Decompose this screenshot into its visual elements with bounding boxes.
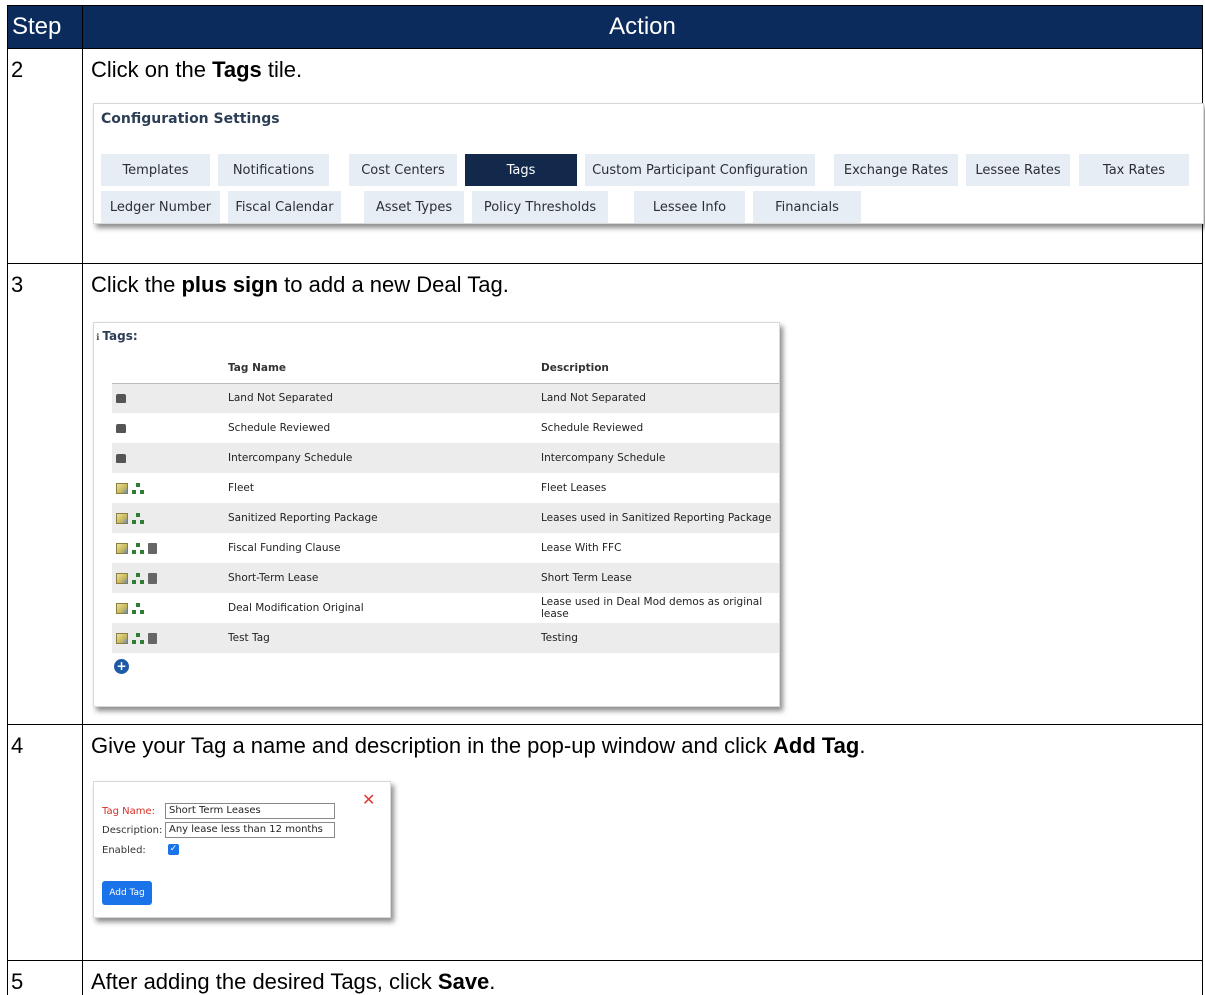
table-row: Short-Term Lease Short Term Lease [112,563,779,593]
tile-templates[interactable]: Templates [101,154,210,186]
tag-name: Schedule Reviewed [228,422,331,434]
tile-asset-types[interactable]: Asset Types [364,191,464,223]
panel-title: Configuration Settings [101,111,280,127]
hierarchy-icon[interactable] [132,602,144,614]
edit-icon[interactable] [116,602,128,614]
edit-icon[interactable] [116,512,128,524]
tag-name-column-header: Tag Name [224,353,537,384]
step-number: 4 [7,724,83,961]
table-row: Intercompany Schedule Intercompany Sched… [112,443,779,473]
tag-name: Land Not Separated [224,383,537,413]
tile-tags[interactable]: Tags [465,154,577,186]
tag-description: Schedule Reviewed [541,422,644,434]
tile-financials[interactable]: Financials [753,191,861,223]
tag-name-input[interactable]: Short Term Leases [165,803,335,819]
info-icon: ℹ [96,333,100,343]
edit-icon[interactable] [116,542,128,554]
table-row: Test Tag Testing [112,623,779,653]
tag-description: Land Not Separated [537,383,779,413]
action-header: Action [82,5,1203,49]
step-instruction: Click the plus sign to add a new Deal Ta… [91,272,509,297]
tag-name: Intercompany Schedule [224,443,537,473]
table-row: Schedule Reviewed Schedule Reviewed [112,413,779,443]
tag-name: Fiscal Funding Clause [228,542,341,554]
tag-description: Short Term Lease [537,563,779,593]
tile-exchange-rates[interactable]: Exchange Rates [834,154,958,186]
step-instruction: Click on the Tags tile. [91,57,303,82]
step-instruction: Give your Tag a name and description in … [91,733,866,758]
add-tag-popup: Tag Name: Short Term Leases Description:… [93,781,391,918]
actions-column-header [112,353,224,384]
tags-panel: ℹ Tags: Tag Name Description Land Not Sep… [93,322,780,707]
tile-ledger-number[interactable]: Ledger Number [101,191,220,223]
trash-icon[interactable] [148,632,157,644]
description-label: Description: [102,825,163,836]
tile-notifications[interactable]: Notifications [218,154,329,186]
hierarchy-icon[interactable] [132,542,144,554]
tile-lessee-info[interactable]: Lessee Info [634,191,745,223]
edit-icon[interactable] [116,572,128,584]
tag-name: Fleet [228,482,254,494]
hierarchy-icon[interactable] [132,632,144,644]
hierarchy-icon[interactable] [132,572,144,584]
enabled-checkbox[interactable]: ✓ [168,844,179,855]
table-row: Fleet Fleet Leases [112,473,779,503]
table-row: Deal Modification Original Lease used in… [112,593,779,623]
tag-name: Deal Modification Original [228,602,364,614]
tag-name: Short-Term Lease [224,563,537,593]
tile-lessee-rates[interactable]: Lessee Rates [966,154,1070,186]
lock-icon [116,423,126,433]
table-row: Land Not Separated Land Not Separated [112,383,779,413]
configuration-settings-panel: Configuration Settings Templates Notific… [93,103,1204,224]
close-icon[interactable]: ✕ [362,790,375,809]
tile-cost-centers[interactable]: Cost Centers [349,154,457,186]
tags-title: ℹ Tags: [96,329,138,343]
table-row: Sanitized Reporting Package Leases used … [112,503,779,533]
step-header: Step [7,5,83,49]
lock-icon [116,453,126,463]
description-input[interactable]: Any lease less than 12 months [165,822,335,838]
tag-description: Testing [537,623,779,653]
tag-name: Sanitized Reporting Package [224,503,537,533]
tag-description: Intercompany Schedule [537,443,779,473]
edit-icon[interactable] [116,632,128,644]
step-instruction: After adding the desired Tags, click Sav… [91,969,496,994]
tile-policy-thresholds[interactable]: Policy Thresholds [472,191,608,223]
trash-icon[interactable] [148,572,157,584]
tag-description: Lease With FFC [541,542,622,554]
trash-icon[interactable] [148,542,157,554]
tile-custom-participant-configuration[interactable]: Custom Participant Configuration [585,154,815,186]
step-number: 2 [7,48,83,264]
tag-description: Leases used in Sanitized Reporting Packa… [537,503,779,533]
description-column-header: Description [537,353,779,384]
instructions-table: Step Action 2 Click on the Tags tile. Co… [7,5,1204,995]
step-number: 3 [7,263,83,725]
hierarchy-icon[interactable] [132,482,144,494]
add-tag-button[interactable]: Add Tag [102,881,152,905]
step-number: 5 [7,960,83,995]
tag-name-label: Tag Name: [102,806,155,817]
step-action: After adding the desired Tags, click Sav… [82,960,1203,995]
step-action: Click the plus sign to add a new Deal Ta… [82,263,1203,725]
step-action: Give your Tag a name and description in … [82,724,1203,961]
edit-icon[interactable] [116,482,128,494]
table-row: Fiscal Funding Clause Lease With FFC [112,533,779,563]
tag-name: Test Tag [224,623,537,653]
plus-icon[interactable]: + [114,659,129,674]
tile-tax-rates[interactable]: Tax Rates [1079,154,1189,186]
tags-table: Tag Name Description Land Not Separated … [112,353,779,653]
tile-fiscal-calendar[interactable]: Fiscal Calendar [228,191,341,223]
step-action: Click on the Tags tile. Configuration Se… [82,48,1204,264]
enabled-label: Enabled: [102,845,146,856]
tag-description: Lease used in Deal Mod demos as original… [541,596,763,620]
tag-description: Fleet Leases [541,482,607,494]
lock-icon [116,393,126,403]
hierarchy-icon[interactable] [132,512,144,524]
